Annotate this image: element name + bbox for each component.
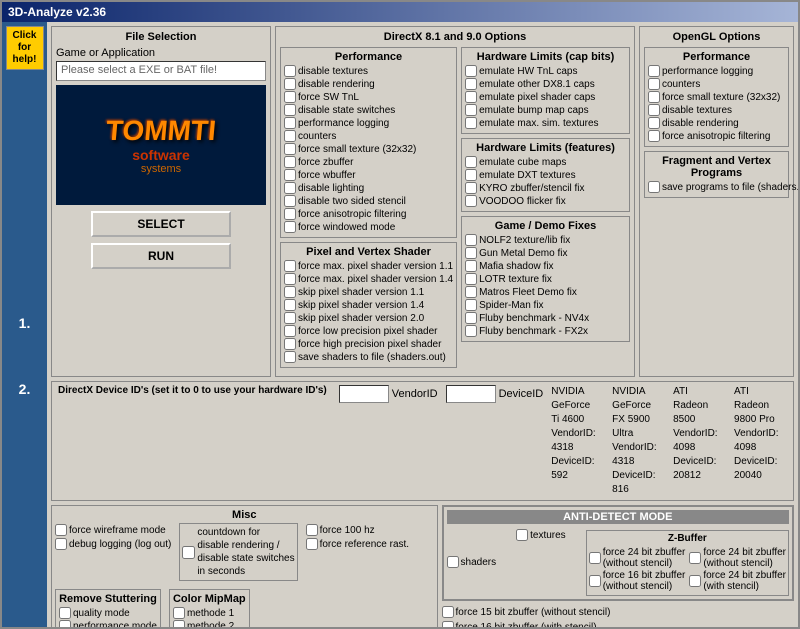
device-device-2: DeviceID: 816 (612, 469, 659, 497)
textures-label: textures (530, 530, 566, 541)
device-info-nvidia-fx: NVIDIA GeForce FX 5900 Ultra VendorID: 4… (612, 385, 659, 497)
fragment-vertex-title: Fragment and Vertex Programs (648, 155, 785, 179)
countdown-box: countdown fordisable rendering /disable … (179, 523, 297, 581)
countdown-text: countdown fordisable rendering /disable … (197, 526, 294, 578)
hardware-features-subpanel: Hardware Limits (features) emulate cube … (461, 138, 630, 212)
device-name-1: NVIDIA GeForce Ti 4600 (551, 385, 598, 427)
device-name-3: ATI Radeon 8500 (673, 385, 720, 427)
left-sidebar: Click for help! 1. 2. (2, 22, 47, 627)
logo-sub: software (106, 147, 216, 163)
click-help-button[interactable]: Click for help! (6, 26, 44, 70)
opengl-performance-subpanel: Performance performance logging counters… (644, 47, 789, 147)
device-vendor-4: VendorID: 4098 (734, 427, 781, 455)
hardware-caps-subpanel: Hardware Limits (cap bits) emulate HW Tn… (461, 47, 630, 134)
pixel-vertex-title: Pixel and Vertex Shader (284, 246, 453, 258)
file-selection-title: File Selection (56, 31, 266, 43)
device-id-input[interactable] (446, 385, 496, 403)
window-title: 3D-Analyze v2.36 (8, 5, 106, 19)
opengl-title: OpenGL Options (644, 31, 789, 43)
color-mipmap-panel: Color MipMap methode 1 methode 2 (169, 589, 250, 627)
device-device-1: DeviceID: 592 (551, 455, 598, 483)
cb-disable-textures: disable textures (284, 65, 453, 77)
device-info-ati-9800: ATI Radeon 9800 Pro VendorID: 4098 Devic… (734, 385, 781, 483)
shaders-label: shaders (461, 557, 497, 568)
run-button[interactable]: RUN (91, 243, 231, 269)
opengl-panel: OpenGL Options Performance performance l… (639, 26, 794, 377)
device-vendor-2: VendorID: 4318 (612, 441, 659, 469)
zbuffer-title: Z-Buffer (589, 533, 786, 544)
logo-box: TOMMTI software systems (56, 85, 266, 205)
anti-detect-title: ANTI-DETECT MODE (447, 510, 789, 524)
color-mipmap-title: Color MipMap (173, 593, 246, 605)
pixel-vertex-subpanel: Pixel and Vertex Shader force max. pixel… (280, 242, 457, 368)
game-fixes-title: Game / Demo Fixes (465, 220, 626, 232)
device-device-4: DeviceID: 20040 (734, 455, 781, 483)
remove-stuttering-panel: Remove Stuttering quality mode performan… (55, 589, 161, 627)
device-vendor-1: VendorID: 4318 (551, 427, 598, 455)
hardware-caps-title: Hardware Limits (cap bits) (465, 51, 626, 63)
file-selection-panel: File Selection Game or Application Pleas… (51, 26, 271, 377)
anti-detect-panel: ANTI-DETECT MODE shaders textures Z-Buff… (442, 505, 794, 601)
vendor-id-label: VendorID (392, 388, 438, 400)
zbuffer-panel: Z-Buffer force 24 bit zbuffer(without st… (586, 530, 789, 596)
opengl-performance-title: Performance (648, 51, 785, 63)
select-button[interactable]: SELECT (91, 211, 231, 237)
device-info-nvidia-ti: NVIDIA GeForce Ti 4600 VendorID: 4318 De… (551, 385, 598, 483)
vendor-id-input[interactable] (339, 385, 389, 403)
device-info-ati-8500: ATI Radeon 8500 VendorID: 4098 DeviceID:… (673, 385, 720, 483)
logo-text: TOMMTI (105, 115, 218, 147)
countdown-checkbox[interactable] (182, 546, 195, 559)
device-ids-bar: DirectX Device ID's (set it to 0 to use … (51, 381, 794, 501)
step2-label: 2. (19, 381, 31, 397)
step1-label: 1. (19, 315, 31, 331)
remove-stuttering-title: Remove Stuttering (59, 593, 157, 605)
game-label: Game or Application (56, 47, 266, 59)
device-vendor-3: VendorID: 4098 (673, 427, 720, 455)
vendor-id-group: VendorID (339, 385, 438, 403)
performance-title: Performance (284, 51, 453, 63)
device-id-group: DeviceID (446, 385, 544, 403)
device-ids-label: DirectX Device ID's (set it to 0 to use … (58, 385, 327, 396)
device-name-4: ATI Radeon 9800 Pro (734, 385, 781, 427)
directx-panel: DirectX 8.1 and 9.0 Options Performance … (275, 26, 635, 377)
game-fixes-subpanel: Game / Demo Fixes NOLF2 texture/lib fix … (461, 216, 630, 342)
hardware-features-title: Hardware Limits (features) (465, 142, 626, 154)
logo-systems: systems (106, 163, 216, 175)
device-device-3: DeviceID: 20812 (673, 455, 720, 483)
device-id-label: DeviceID (499, 388, 544, 400)
fragment-vertex-subpanel: Fragment and Vertex Programs save progra… (644, 151, 789, 198)
performance-subpanel: Performance disable textures disable ren… (280, 47, 457, 238)
device-name-2: NVIDIA GeForce FX 5900 Ultra (612, 385, 659, 441)
game-path-display: Please select a EXE or BAT file! (56, 61, 266, 81)
misc-title: Misc (55, 509, 434, 521)
misc-panel: Misc force wireframe mode debug logging … (51, 505, 438, 627)
main-window: 3D-Analyze v2.36 Click for help! 1. 2. F… (0, 0, 800, 629)
directx-title: DirectX 8.1 and 9.0 Options (280, 31, 630, 43)
title-bar: 3D-Analyze v2.36 (2, 2, 798, 22)
